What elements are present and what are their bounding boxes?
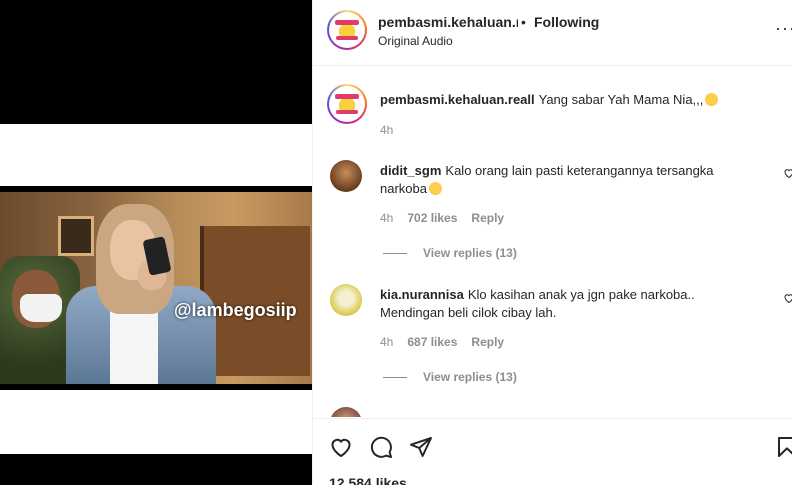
comment-like-icon[interactable]	[783, 167, 792, 179]
comments-list[interactable]: pembasmi.kehaluan.reall Yang sabar Yah Ma…	[313, 67, 792, 417]
caption-username[interactable]: pembasmi.kehaluan.reall	[380, 92, 535, 107]
share-icon[interactable]	[409, 435, 433, 459]
comment-1-meta: 4h 702 likes Reply	[380, 211, 504, 225]
reply-button[interactable]: Reply	[471, 335, 504, 349]
video-window	[58, 216, 94, 256]
view-replies-label: View replies (13)	[423, 370, 517, 384]
comment-username[interactable]: kia.nurannisa	[380, 287, 464, 302]
avatar[interactable]	[330, 160, 362, 192]
view-replies-button[interactable]: View replies (13)	[383, 370, 517, 384]
comment-username[interactable]: didit_sgm	[380, 163, 441, 178]
comment-time[interactable]: 4h	[380, 211, 393, 225]
author-username[interactable]: pembasmi.kehaluan.reall	[378, 14, 518, 30]
video-border-top	[0, 186, 312, 192]
letterbox-top	[0, 0, 312, 124]
post-media[interactable]: @lambegosiip	[0, 0, 312, 485]
video-frame[interactable]: @lambegosiip	[0, 186, 312, 390]
author-avatar[interactable]	[327, 10, 367, 50]
laughing-face-icon	[428, 182, 442, 195]
video-watermark: @lambegosiip	[174, 300, 297, 320]
face-mask	[20, 294, 62, 322]
post-panel: pembasmi.kehaluan.reall • Following Orig…	[312, 0, 792, 485]
post-header: pembasmi.kehaluan.reall • Following Orig…	[313, 0, 792, 66]
likes-count[interactable]: 12,584 likes	[329, 475, 407, 485]
comment-likes[interactable]: 687 likes	[407, 335, 457, 349]
comment-2: kia.nurannisa Klo kasihan anak ya jgn pak…	[380, 286, 750, 322]
bookmark-icon[interactable]	[775, 435, 792, 459]
more-icon[interactable]: ···	[775, 18, 792, 39]
divider-line	[383, 252, 407, 254]
separator-dot: •	[521, 14, 526, 30]
video-border-bottom	[0, 384, 312, 390]
comment-likes[interactable]: 702 likes	[407, 211, 457, 225]
caption-time[interactable]: 4h	[380, 123, 393, 137]
caption-avatar[interactable]	[327, 84, 367, 124]
comment-2-meta: 4h 687 likes Reply	[380, 335, 504, 349]
audio-link[interactable]: Original Audio	[378, 34, 453, 48]
comment-like-icon[interactable]	[783, 292, 792, 304]
letterbox-bottom	[0, 454, 312, 485]
divider-line	[383, 376, 407, 378]
caption-text: Yang sabar Yah Mama Nia,,,	[538, 92, 704, 107]
pleading-face-icon	[705, 93, 719, 106]
avatar[interactable]	[330, 407, 362, 417]
comment-icon[interactable]	[369, 435, 393, 459]
avatar[interactable]	[330, 284, 362, 316]
follow-button[interactable]: Following	[534, 14, 599, 30]
post-actions: 12,584 likes	[313, 418, 792, 485]
heart-icon[interactable]	[329, 435, 353, 459]
comment-time[interactable]: 4h	[380, 335, 393, 349]
caption: pembasmi.kehaluan.reall Yang sabar Yah Ma…	[380, 91, 780, 109]
view-replies-label: View replies (13)	[423, 246, 517, 260]
view-replies-button[interactable]: View replies (13)	[383, 246, 517, 260]
reply-button[interactable]: Reply	[471, 211, 504, 225]
comment-1: didit_sgm Kalo orang lain pasti keteranga…	[380, 162, 750, 198]
